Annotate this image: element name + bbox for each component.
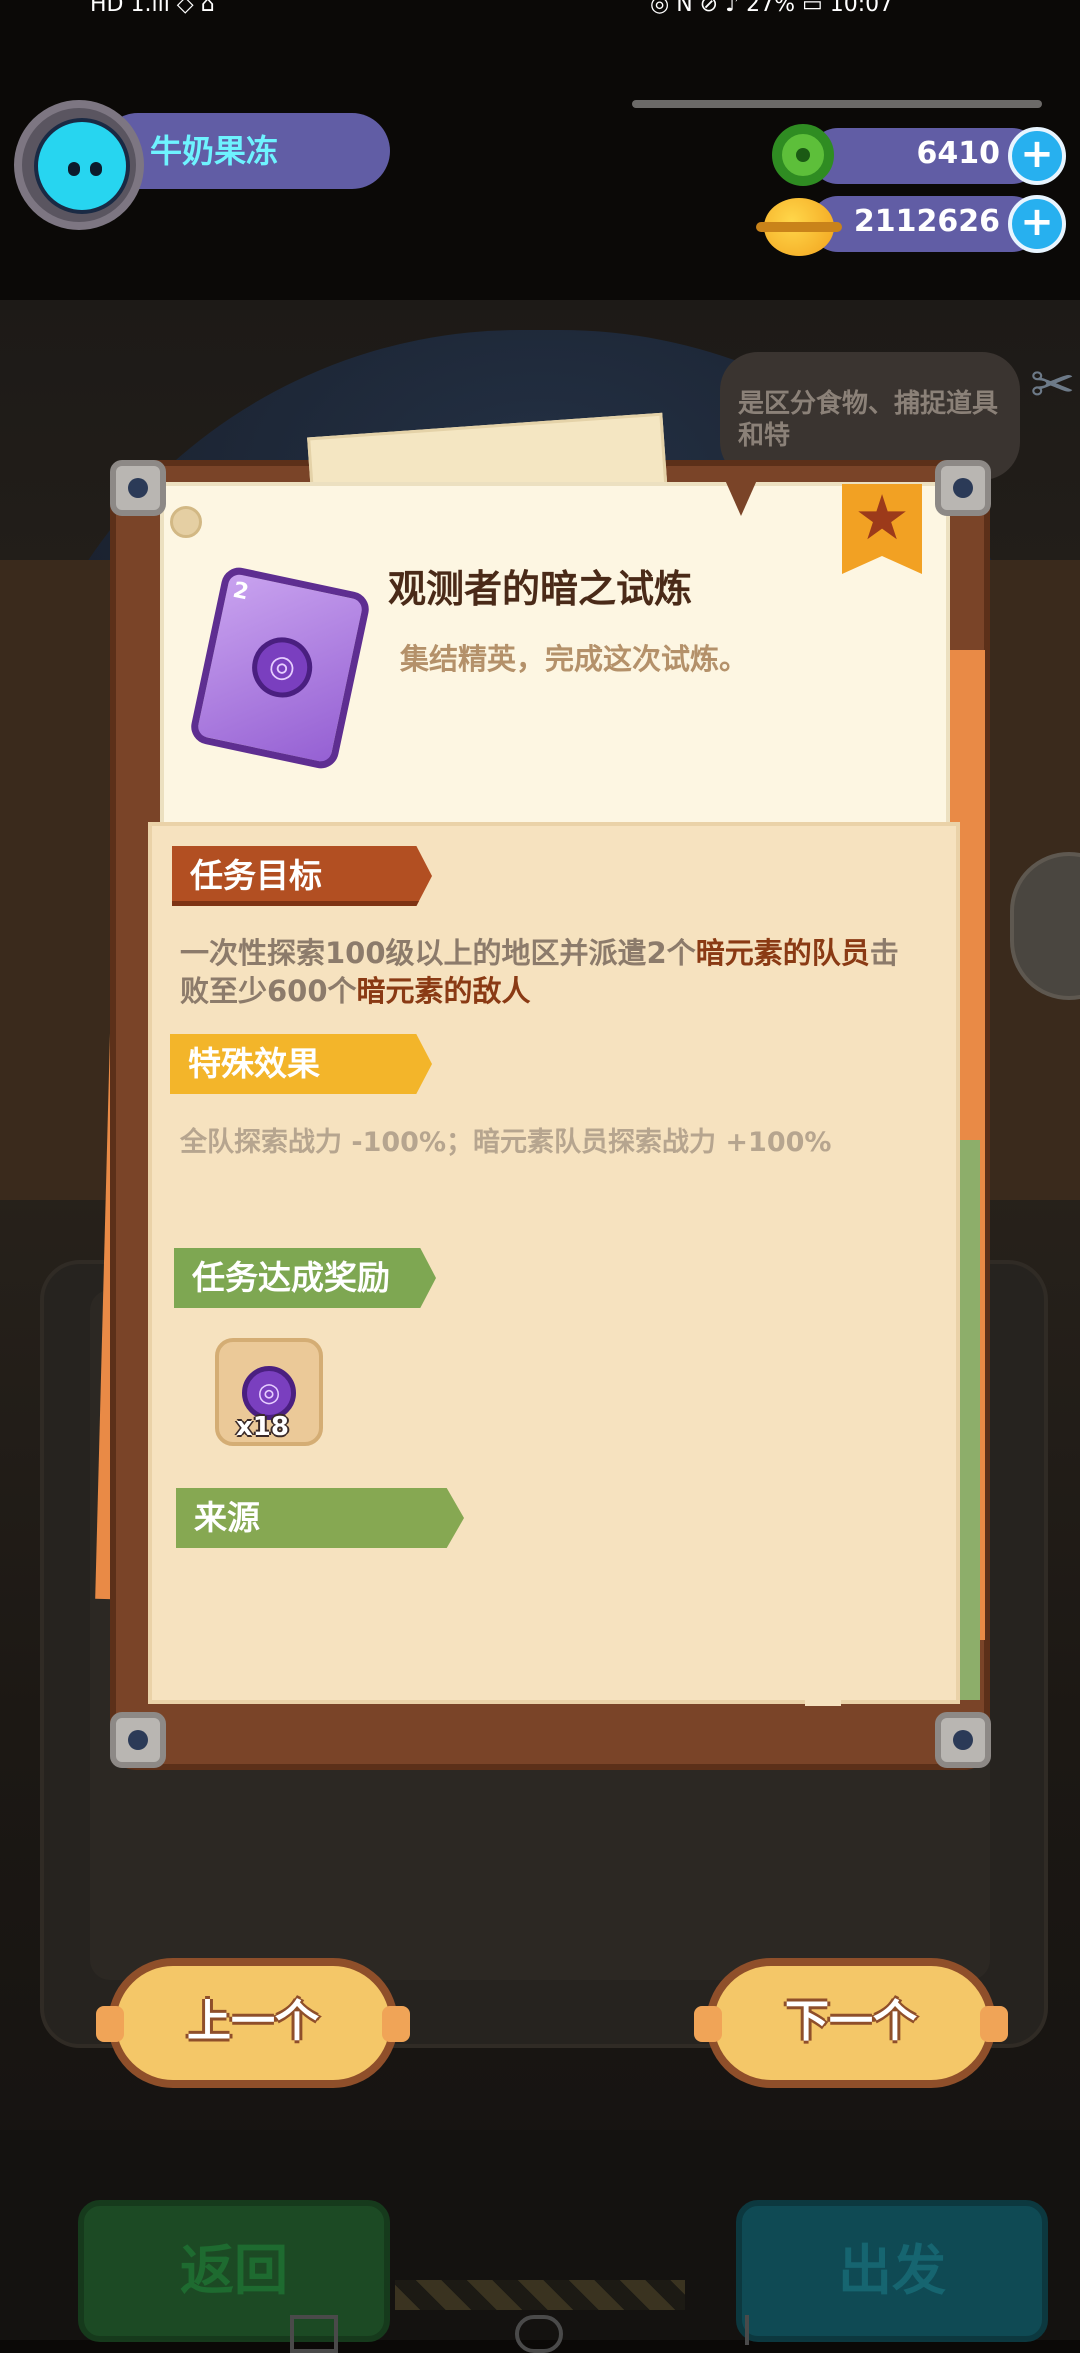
corner-bracket-bottom-left bbox=[110, 1712, 166, 1768]
corner-bracket-top-right bbox=[935, 460, 991, 516]
objective-part-1: 一次性探索100级以上的地区并派遣2个 bbox=[180, 936, 696, 970]
corner-bracket-top-left bbox=[110, 460, 166, 516]
corner-bracket-bottom-right bbox=[935, 1712, 991, 1768]
add-gold-button[interactable]: + bbox=[1008, 195, 1066, 253]
back-button[interactable]: 返回 bbox=[78, 2200, 390, 2342]
top-divider bbox=[632, 100, 1042, 108]
next-button[interactable]: 下一个 bbox=[694, 1958, 1008, 2088]
objective-highlight-2: 暗元素的敌人 bbox=[356, 974, 531, 1008]
back-nav-icon[interactable] bbox=[745, 2315, 789, 2345]
objective-highlight-1: 暗元素的队员 bbox=[695, 936, 870, 970]
source-ribbon: 来源 bbox=[176, 1488, 464, 1548]
objective-text: 一次性探索100级以上的地区并派遣2个暗元素的队员击败至少600个暗元素的敌人 bbox=[180, 934, 920, 1010]
scissors-icon[interactable]: ✂ bbox=[1030, 345, 1080, 425]
reward-ribbon: 任务达成奖励 bbox=[174, 1248, 436, 1308]
previous-button[interactable]: 上一个 bbox=[96, 1958, 410, 2088]
special-effect-text: 全队探索战力 -100%；暗元素队员探索战力 +100% bbox=[180, 1127, 832, 1158]
green-donut-currency-icon bbox=[772, 124, 834, 186]
reward-quantity: x18 bbox=[236, 1412, 289, 1442]
cat-avatar-icon[interactable] bbox=[34, 118, 130, 214]
star-icon[interactable]: ★ bbox=[848, 484, 916, 552]
status-left: HD 1.ıll ◇ ⌂ bbox=[90, 0, 215, 17]
hex-medal-icon: ◎ bbox=[246, 631, 318, 704]
quest-subtitle: 集结精英，完成这次试炼。 bbox=[400, 642, 749, 676]
add-donut-button[interactable]: + bbox=[1008, 127, 1066, 185]
hazard-stripe bbox=[395, 2280, 685, 2310]
status-right: ◎ N ⊘ ♪ 27% ▭ 10:07 bbox=[650, 0, 894, 17]
speech-tail bbox=[725, 480, 757, 516]
gold-planet-currency-icon bbox=[756, 198, 842, 256]
status-bar: HD 1.ıll ◇ ⌂ ◎ N ⊘ ♪ 27% ▭ 10:07 bbox=[0, 0, 1080, 24]
card-level: 2 bbox=[230, 577, 251, 606]
quest-title: 观测者的暗之试炼 bbox=[388, 567, 693, 611]
objective-ribbon: 任务目标 bbox=[172, 846, 432, 906]
pin-icon bbox=[170, 506, 202, 538]
recent-apps-icon[interactable] bbox=[290, 2315, 338, 2353]
player-name: 牛奶果冻 bbox=[150, 132, 279, 170]
home-icon[interactable] bbox=[515, 2315, 563, 2353]
paper-fold bbox=[805, 1688, 841, 1706]
special-effect-ribbon: 特殊效果 bbox=[170, 1034, 432, 1094]
